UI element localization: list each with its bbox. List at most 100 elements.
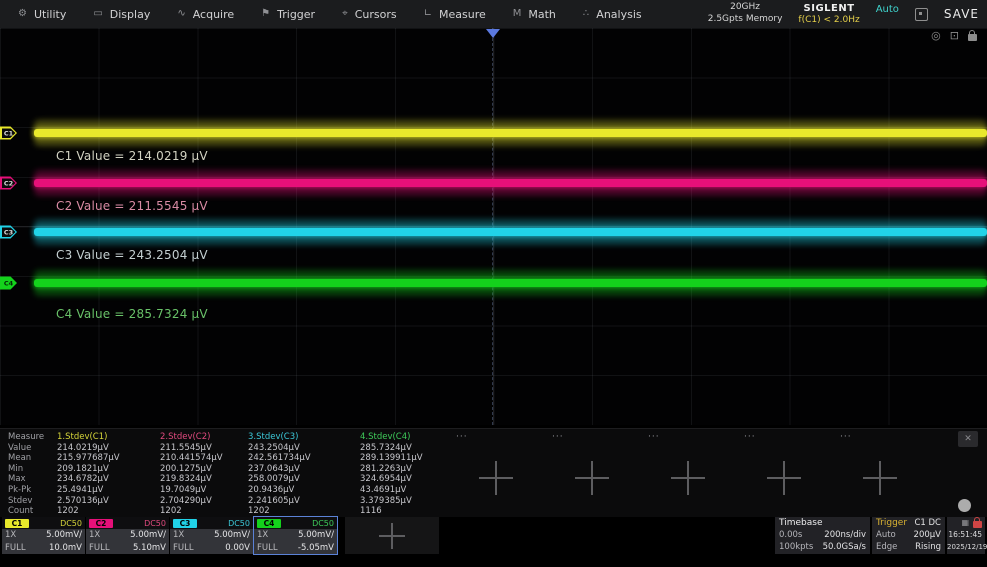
c4-attenuation: 1X <box>257 530 268 540</box>
menu-analysis[interactable]: ∴ Analysis <box>583 8 642 21</box>
menu-label: Trigger <box>277 8 315 21</box>
measure-slot-empty: ··· <box>832 432 928 514</box>
cell-value: 211.5545μV <box>160 443 223 454</box>
cell-value: 214.0219μV <box>57 443 120 454</box>
trigger-slope: Rising <box>915 542 941 552</box>
screenshot-device-icon[interactable] <box>915 8 928 21</box>
menu-math[interactable]: M Math <box>513 8 556 21</box>
trigger-position-marker[interactable] <box>486 29 500 38</box>
c3-descriptor-box[interactable]: C3 DC50 1X 5.00mV/ FULL 0.00V <box>170 517 253 554</box>
trigger-source: C1 DC <box>914 518 941 528</box>
c1-descriptor-box[interactable]: C1 DC50 1X 5.00mV/ FULL 10.0mV <box>2 517 85 554</box>
lock-icon <box>973 521 982 528</box>
trigger-frequency: f(C1) < 2.0Hz <box>798 15 859 26</box>
timebase-samplerate: 50.0GSa/s <box>823 542 866 552</box>
row-label: Mean <box>8 453 44 464</box>
menu-items: ⚙ Utility ▭ Display ∿ Acquire ⚑ Trigger … <box>0 8 669 21</box>
add-measure-button[interactable] <box>767 461 801 495</box>
lock-icon[interactable] <box>968 34 977 41</box>
measure-header-c1[interactable]: 1.Stdev(C1) <box>57 432 120 443</box>
crosshair-icon: ⌖ <box>342 9 348 19</box>
memory-value: 2.5Gpts Memory <box>708 14 783 26</box>
row-label: Pk-Pk <box>8 485 44 496</box>
c3-scale: 5.00mV/ <box>214 530 250 540</box>
measure-panel: Measure Value Mean Min Max Pk-Pk Stdev C… <box>0 428 987 517</box>
c1-offset: 10.0mV <box>49 543 82 553</box>
measure-header-c4[interactable]: 4.Stdev(C4) <box>360 432 423 443</box>
c2-scale: 5.00mV/ <box>130 530 166 540</box>
timebase-points: 100kpts <box>779 542 813 552</box>
menu-utility[interactable]: ⚙ Utility <box>18 8 66 21</box>
c3-coupling: DC50 <box>228 519 250 528</box>
measure-column-c2: 2.Stdev(C2) 211.5545μV 210.441574μV 200.… <box>160 432 223 517</box>
c3-attenuation: 1X <box>173 530 184 540</box>
row-label: Stdev <box>8 496 44 507</box>
c1-value-label: C1 Value = 214.0219 μV <box>56 149 208 163</box>
menu-acquire[interactable]: ∿ Acquire <box>177 8 234 21</box>
cell-max: 219.8324μV <box>160 474 223 485</box>
add-measure-button[interactable] <box>863 461 897 495</box>
more-options-icon[interactable]: ··· <box>832 432 928 443</box>
gear-icon: ⚙ <box>18 9 27 19</box>
c3-marker-label: C3 <box>4 228 13 236</box>
bandwidth-value: 20GHz <box>708 2 783 14</box>
close-icon[interactable]: ✕ <box>958 431 978 447</box>
trigger-mode: Auto <box>876 530 896 540</box>
fullscreen-icon[interactable]: ⊡ <box>950 30 959 41</box>
cell-max: 258.0079μV <box>248 474 311 485</box>
cell-mean: 242.561734μV <box>248 453 311 464</box>
c3-trace-core <box>34 228 987 236</box>
c2-value-label: C2 Value = 211.5545 μV <box>56 199 208 213</box>
more-options-icon[interactable]: ··· <box>640 432 736 443</box>
add-channel-box[interactable] <box>345 517 439 554</box>
cell-min: 281.2263μV <box>360 464 423 475</box>
measure-header-c3[interactable]: 3.Stdev(C3) <box>248 432 311 443</box>
flag-icon: ⚑ <box>261 9 270 19</box>
add-measure-button[interactable] <box>671 461 705 495</box>
save-button[interactable]: SAVE <box>944 7 979 21</box>
add-channel-icon <box>379 523 405 549</box>
c3-chip: C3 <box>173 519 197 528</box>
cell-mean: 289.139911μV <box>360 453 423 464</box>
cell-stdev: 2.704290μV <box>160 496 223 507</box>
c3-trace <box>34 219 987 245</box>
c1-scale: 5.00mV/ <box>46 530 82 540</box>
c3-bandwidth: FULL <box>173 543 194 553</box>
trigger-title: Trigger <box>876 518 907 528</box>
measure-column-c4: 4.Stdev(C4) 285.7324μV 289.139911μV 281.… <box>360 432 423 517</box>
clock-box[interactable]: ▦ 16:51:45 2025/12/19 <box>947 517 985 554</box>
add-measure-button[interactable] <box>575 461 609 495</box>
menu-label: Utility <box>34 8 66 21</box>
menu-cursors[interactable]: ⌖ Cursors <box>342 8 397 21</box>
menu-trigger[interactable]: ⚑ Trigger <box>261 8 315 21</box>
c2-coupling: DC50 <box>144 519 166 528</box>
c2-descriptor-box[interactable]: C2 DC50 1X 5.00mV/ FULL 5.10mV <box>86 517 169 554</box>
bandwidth-memory: 20GHz 2.5Gpts Memory <box>708 2 783 25</box>
row-label: Min <box>8 464 44 475</box>
measure-header-c2[interactable]: 2.Stdev(C2) <box>160 432 223 443</box>
timebase-title: Timebase <box>779 518 822 528</box>
c4-descriptor-box[interactable]: C4 DC50 1X 5.00mV/ FULL -5.05mV <box>254 517 337 554</box>
c2-chip: C2 <box>89 519 113 528</box>
menu-measure[interactable]: ∟ Measure <box>424 8 486 21</box>
more-options-icon[interactable]: ··· <box>544 432 640 443</box>
panel-drag-handle[interactable] <box>958 499 971 512</box>
c1-trace-core <box>34 129 987 137</box>
measure-slot-empty: ··· <box>448 432 544 514</box>
c2-offset: 5.10mV <box>133 543 166 553</box>
top-menu-bar: ⚙ Utility ▭ Display ∿ Acquire ⚑ Trigger … <box>0 0 987 29</box>
more-options-icon[interactable]: ··· <box>736 432 832 443</box>
record-icon[interactable]: ◎ <box>931 30 941 41</box>
row-label: Measure <box>8 432 44 443</box>
menu-display[interactable]: ▭ Display <box>93 8 150 21</box>
c4-value-label: C4 Value = 285.7324 μV <box>56 307 208 321</box>
top-status-cluster: 20GHz 2.5Gpts Memory SIGLENT f(C1) < 2.0… <box>708 0 979 28</box>
trigger-box[interactable]: Trigger C1 DC Auto 200μV Edge Rising <box>872 517 945 554</box>
timebase-box[interactable]: Timebase 0.00s 200ns/div 100kpts 50.0GSa… <box>775 517 870 554</box>
cell-pkpk: 20.9436μV <box>248 485 311 496</box>
menu-label: Measure <box>439 8 486 21</box>
timebase-delay: 0.00s <box>779 530 802 540</box>
add-measure-button[interactable] <box>479 461 513 495</box>
more-options-icon[interactable]: ··· <box>448 432 544 443</box>
trigger-level: 200μV <box>914 530 941 540</box>
